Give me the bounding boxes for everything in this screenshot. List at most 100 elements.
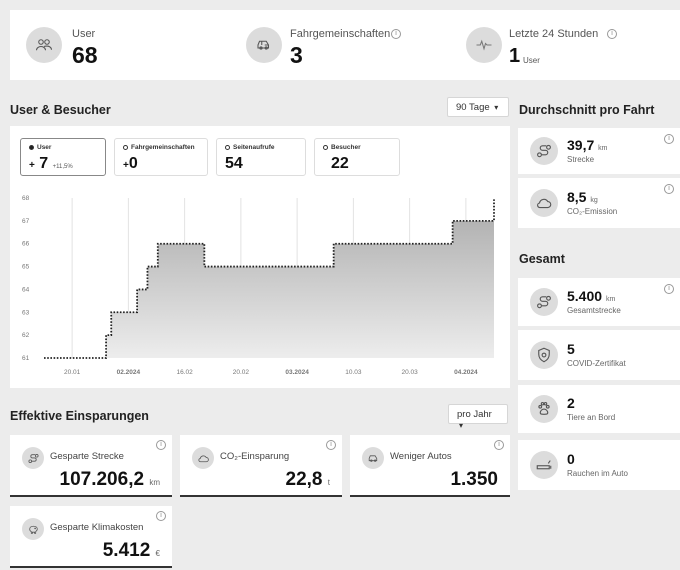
tab-seitenaufrufe[interactable]: Seitenaufrufe 54 (216, 138, 306, 176)
tab-value: 22 (331, 155, 349, 172)
savings-card-co2: CO₂-Einsparung i 22,8 t (180, 435, 342, 497)
savings-unit: € (155, 549, 160, 558)
chevron-down-icon: ▾ (459, 421, 464, 430)
tab-label: Fahrgemeinschaften (131, 144, 195, 151)
avg-label: CO₂-Emission (567, 207, 618, 216)
period-value: 90 Tage (456, 102, 490, 113)
stat-label: Letzte 24 Stunden (509, 28, 599, 40)
x-tick-label: 16.02 (176, 369, 193, 376)
savings-label: CO₂-Einsparung (220, 451, 290, 462)
stat-sub: User (523, 56, 540, 65)
total-value: 5 (567, 341, 575, 357)
info-icon[interactable]: i (664, 284, 674, 294)
total-label: Gesamtstrecke (567, 306, 621, 315)
radio-dot-icon (323, 144, 328, 150)
tab-label: Besucher (331, 144, 361, 151)
total-card-covid: 5 COVID-Zertifikat (518, 330, 680, 380)
tab-label: Seitenaufrufe (233, 144, 275, 151)
series-area (44, 198, 494, 358)
avg-card-strecke: 39,7 km Strecke i (518, 128, 680, 174)
piggy-bank-icon (22, 518, 44, 540)
stat-value: 3 (290, 42, 303, 68)
users-area-chart: 20.01 02.2024 16.02 20.02 03.2024 10.03 20.03 0… (22, 195, 495, 376)
info-icon[interactable]: i (664, 184, 674, 194)
avg-unit: km (598, 145, 608, 152)
avg-label: Strecke (567, 155, 595, 164)
avg-card-co2: 8,5 kg CO₂-Emission i (518, 178, 680, 228)
x-tick-label: 20.03 (401, 369, 418, 376)
stats-bar: User 68 Fahrgemeinschaften i 3 Letzte 24… (10, 10, 680, 80)
total-card-strecke: 5.400 km Gesamtstrecke i (518, 278, 680, 326)
tab-besucher[interactable]: Besucher 22 (314, 138, 400, 176)
y-tick-label: 61 (22, 355, 30, 362)
x-tick-label: 03.2024 (285, 369, 309, 376)
tab-value: 0 (128, 155, 138, 172)
x-tick-label: 02.2024 (117, 369, 141, 376)
cloud-icon (530, 189, 558, 217)
tab-value: 7 (39, 155, 49, 172)
y-tick-label: 64 (22, 286, 30, 293)
y-tick-label: 66 (22, 241, 30, 248)
cloud-icon (192, 447, 214, 469)
activity-icon (466, 27, 502, 63)
route-icon (530, 137, 558, 165)
period-dropdown[interactable]: 90 Tage ▾ (447, 97, 509, 117)
stat-value: 68 (72, 42, 98, 68)
savings-card-klimakosten: Gesparte Klimakosten i 5.412 € (10, 506, 172, 568)
shield-icon (530, 341, 558, 369)
route-icon (22, 447, 44, 469)
info-icon[interactable]: i (664, 134, 674, 144)
total-label: Rauchen im Auto (567, 469, 628, 478)
info-icon[interactable]: i (326, 440, 336, 450)
total-unit: km (605, 296, 616, 303)
total-value: 2 (567, 395, 575, 411)
info-icon[interactable]: i (156, 440, 166, 450)
chevron-down-icon: ▾ (494, 103, 499, 112)
tab-prefix: + (29, 160, 35, 171)
info-icon[interactable]: i (391, 29, 401, 39)
car-icon (362, 447, 384, 469)
info-icon[interactable]: i (494, 440, 504, 450)
total-card-tiere: 2 Tiere an Bord (518, 385, 680, 433)
savings-value: 1.350 (450, 469, 498, 490)
savings-section-title: Effektive Einsparungen (10, 409, 149, 423)
tab-fahrgemeinschaften[interactable]: Fahrgemeinschaften +0 (114, 138, 208, 176)
tab-label: User (37, 144, 52, 151)
avg-value: 8,5 (567, 189, 587, 205)
savings-value: 107.206,2 (59, 469, 145, 490)
avg-value: 39,7 (567, 137, 595, 153)
x-tick-label: 04.2024 (454, 369, 478, 376)
y-tick-label: 68 (22, 195, 30, 202)
y-tick-label: 62 (22, 332, 30, 339)
info-icon[interactable]: i (607, 29, 617, 39)
users-icon (26, 27, 62, 63)
tab-value: 54 (225, 155, 243, 172)
car-icon (246, 27, 282, 63)
savings-value: 22,8 (285, 469, 323, 490)
total-label: Tiere an Bord (567, 413, 616, 422)
avg-section-title: Durchschnitt pro Fahrt (519, 103, 655, 117)
savings-card-autos: Weniger Autos i 1.350 (350, 435, 510, 497)
avg-unit: kg (590, 197, 598, 204)
y-tick-label: 63 (22, 309, 30, 316)
tab-change: +11,5% (52, 164, 73, 170)
total-value: 5.400 (567, 288, 603, 304)
y-tick-label: 65 (22, 264, 30, 271)
x-tick-label: 20.01 (64, 369, 81, 376)
savings-label: Weniger Autos (390, 451, 452, 462)
savings-period-dropdown[interactable]: pro Jahr ▾ (448, 404, 508, 430)
paw-icon (530, 395, 558, 423)
info-icon[interactable]: i (156, 511, 166, 521)
y-tick-label: 67 (22, 218, 30, 225)
stat-label: User (72, 28, 96, 40)
total-value: 0 (567, 451, 575, 467)
savings-value: 5.412 (102, 540, 151, 561)
savings-unit: t (327, 478, 330, 487)
total-label: COVID-Zertifikat (567, 359, 626, 368)
savings-card-strecke: Gesparte Strecke i 107.206,2 km (10, 435, 172, 497)
savings-label: Gesparte Strecke (50, 451, 124, 462)
route-icon (530, 288, 558, 316)
tab-user[interactable]: User + 7 +11,5% (20, 138, 106, 176)
radio-dot-icon (29, 144, 34, 150)
total-card-rauchen: 0 Rauchen im Auto (518, 440, 680, 490)
